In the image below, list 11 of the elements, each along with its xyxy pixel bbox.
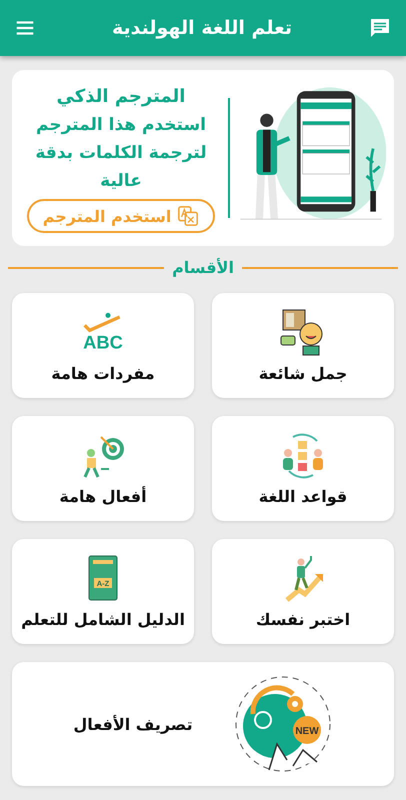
chat-icon[interactable] xyxy=(368,16,392,40)
gears-new-icon: NEW xyxy=(232,674,333,774)
category-card[interactable]: أفعال هامة xyxy=(12,416,194,521)
category-card[interactable]: قواعد اللغة xyxy=(212,416,394,521)
category-card[interactable]: اختبر نفسك xyxy=(212,539,394,644)
banner-text: استخدم هذا المترجم لترجمة الكلمات بدقة عالية xyxy=(34,114,208,193)
translate-icon xyxy=(177,205,200,227)
category-card[interactable]: جمل شائعة xyxy=(212,293,394,398)
banner-title: المترجم الذكي xyxy=(56,85,186,109)
section-title: الأقسام xyxy=(172,258,234,277)
app-title: تعلم اللغة الهولندية xyxy=(112,17,292,39)
